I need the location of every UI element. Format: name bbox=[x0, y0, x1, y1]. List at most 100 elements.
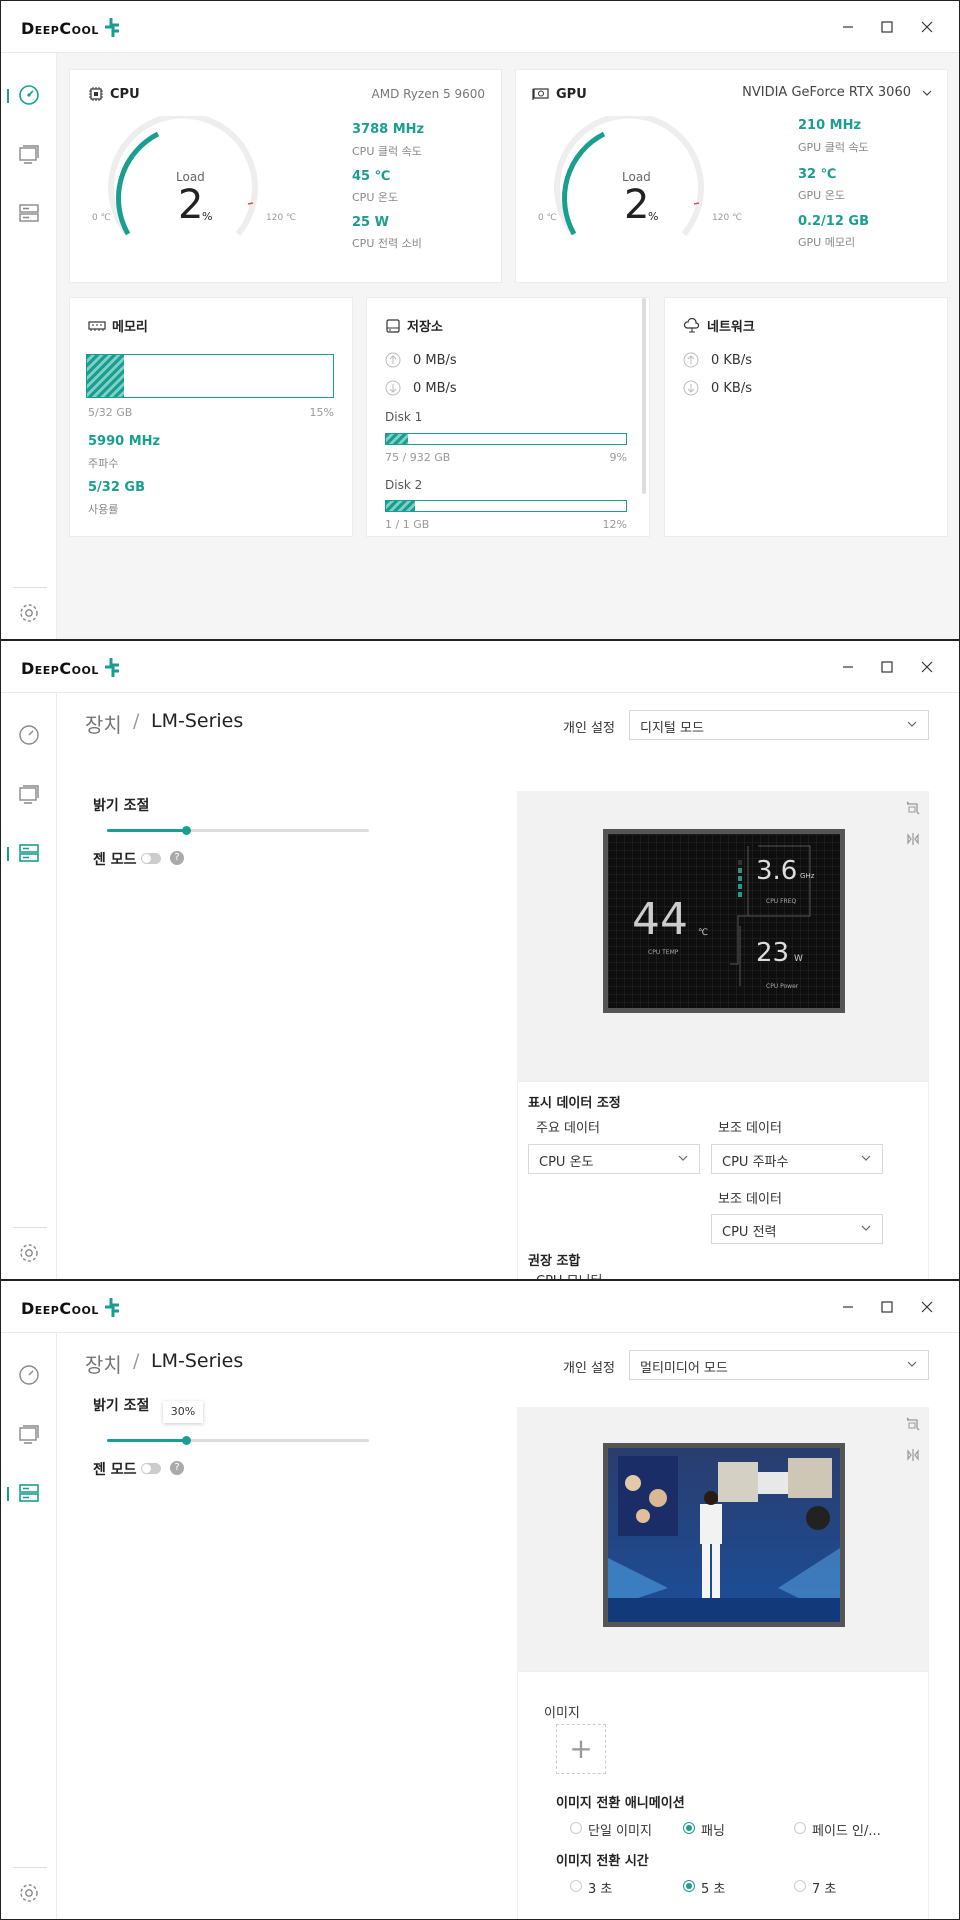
monitor-icon[interactable] bbox=[17, 1423, 41, 1447]
brightness-slider[interactable] bbox=[107, 1436, 369, 1445]
sidebar-divider bbox=[13, 587, 47, 588]
network-card-header: 네트워크 bbox=[683, 316, 755, 335]
time-option-7s[interactable]: 7 초 bbox=[812, 1878, 836, 1897]
brightness-slider[interactable] bbox=[107, 826, 369, 835]
logo-text: DeepCool bbox=[21, 658, 99, 678]
network-upload: 0 KB/s bbox=[711, 353, 752, 368]
gpu-memory-value: 0.2/12 GB bbox=[798, 214, 869, 229]
gpu-title: GPU bbox=[556, 86, 587, 102]
time-option-7s-radio[interactable] bbox=[794, 1880, 806, 1892]
gpu-temp-value: 32 ℃ bbox=[798, 167, 837, 182]
minimize-icon[interactable] bbox=[839, 1298, 857, 1316]
recommend-item[interactable]: CPU 모니터 bbox=[536, 1270, 602, 1279]
device-list-icon[interactable] bbox=[17, 201, 41, 225]
primary-data-select[interactable]: CPU 온도 bbox=[528, 1144, 700, 1174]
cpu-card-header: CPU bbox=[88, 86, 140, 102]
device-multimedia-window: DeepCool 장치 / LM-Series 개인 설정 멀티미디어 모드 밝… bbox=[0, 1280, 960, 1920]
settings-gear-icon[interactable] bbox=[17, 1241, 41, 1265]
maximize-icon[interactable] bbox=[878, 18, 896, 36]
storage-drive-icon bbox=[386, 318, 400, 333]
upload-arrow-icon bbox=[385, 352, 401, 368]
minimize-icon[interactable] bbox=[839, 658, 857, 676]
disk1-name: Disk 1 bbox=[385, 410, 423, 424]
disk2-size: 1 / 1 GB bbox=[385, 518, 430, 531]
brightness-slider-handle[interactable] bbox=[181, 826, 191, 835]
primary-data-value: CPU 온도 bbox=[539, 1155, 594, 1170]
active-indicator bbox=[7, 1487, 9, 1501]
cpu-clock-value: 3788 MHz bbox=[352, 122, 425, 137]
secondary-data-select[interactable]: CPU 주파수 bbox=[711, 1144, 883, 1174]
dashboard-gauge-icon[interactable] bbox=[17, 1363, 41, 1387]
disk1-usage-bar bbox=[385, 433, 627, 445]
anim-option-fade-radio[interactable] bbox=[794, 1822, 806, 1834]
zen-mode-toggle[interactable] bbox=[141, 1463, 161, 1474]
recommend-label: 권장 조합 bbox=[528, 1254, 581, 1269]
gpu-select-chevron-icon[interactable] bbox=[921, 88, 933, 98]
time-option-5s[interactable]: 5 초 bbox=[701, 1878, 725, 1897]
zen-mode-toggle[interactable] bbox=[141, 853, 161, 864]
image-label: 이미지 bbox=[544, 1706, 580, 1721]
lcd-power-value: 23 bbox=[756, 938, 790, 968]
anim-option-fade[interactable]: 페이드 인/... bbox=[812, 1820, 881, 1839]
storage-card: 저장소 0 MB/s 0 MB/s Disk 1 75 / 932 GB 9% … bbox=[366, 297, 650, 537]
zen-mode-help-icon[interactable]: ? bbox=[170, 1461, 184, 1475]
rotate-icon[interactable] bbox=[903, 1415, 923, 1433]
minimize-icon[interactable] bbox=[839, 18, 857, 36]
dashboard-gauge-icon[interactable] bbox=[17, 83, 41, 107]
anim-option-single[interactable]: 단일 이미지 bbox=[588, 1820, 652, 1839]
memory-used-text: 5/32 GB bbox=[88, 406, 133, 419]
dashboard-gauge-icon[interactable] bbox=[17, 723, 41, 747]
gpu-clock-label: GPU 클럭 속도 bbox=[798, 141, 869, 154]
storage-scrollbar[interactable] bbox=[642, 298, 646, 494]
maximize-icon[interactable] bbox=[878, 658, 896, 676]
breadcrumb-root[interactable]: 장치 bbox=[85, 709, 122, 738]
anim-option-panning[interactable]: 패닝 bbox=[701, 1820, 725, 1839]
rotate-icon[interactable] bbox=[903, 799, 923, 817]
network-download: 0 KB/s bbox=[711, 381, 752, 396]
cpu-gauge-min: 0 ℃ bbox=[92, 213, 111, 223]
memory-usage-label: 사용률 bbox=[88, 503, 119, 516]
settings-gear-icon[interactable] bbox=[17, 1881, 41, 1905]
memory-percent-text: 15% bbox=[309, 406, 334, 419]
time-option-3s-radio[interactable] bbox=[570, 1880, 582, 1892]
display-data-title: 표시 데이터 조정 bbox=[528, 1096, 621, 1111]
mode-select[interactable]: 멀티미디어 모드 bbox=[629, 1350, 929, 1380]
anim-option-single-radio[interactable] bbox=[570, 1822, 582, 1834]
gpu-memory-label: GPU 메모리 bbox=[798, 236, 856, 249]
sidebar bbox=[1, 53, 57, 639]
sidebar-divider bbox=[13, 1867, 47, 1868]
mirror-icon[interactable] bbox=[905, 1447, 921, 1463]
monitor-icon[interactable] bbox=[17, 143, 41, 167]
display-data-panel: 표시 데이터 조정 주요 데이터 CPU 온도 보조 데이터 CPU 주파수 보… bbox=[517, 1081, 929, 1279]
cpu-load-value: 2 bbox=[178, 182, 204, 228]
disk1-usage-fill bbox=[386, 434, 408, 444]
title-bar: DeepCool bbox=[1, 1, 959, 53]
memory-freq-value: 5990 MHz bbox=[88, 434, 161, 449]
add-image-button[interactable]: + bbox=[556, 1724, 606, 1774]
disk2-usage-bar bbox=[385, 500, 627, 512]
device-list-icon[interactable] bbox=[17, 841, 41, 865]
brightness-slider-handle[interactable] bbox=[181, 1436, 191, 1445]
brightness-slider-fill bbox=[107, 1439, 186, 1442]
time-option-5s-radio[interactable] bbox=[683, 1880, 695, 1892]
close-icon[interactable] bbox=[918, 658, 936, 676]
zen-mode-help-icon[interactable]: ? bbox=[170, 851, 184, 865]
storage-upload: 0 MB/s bbox=[413, 353, 457, 368]
device-list-icon[interactable] bbox=[17, 1481, 41, 1505]
brightness-slider-fill bbox=[107, 829, 186, 832]
mode-select[interactable]: 디지털 모드 bbox=[629, 710, 929, 740]
close-icon[interactable] bbox=[918, 1298, 936, 1316]
memory-title: 메모리 bbox=[112, 320, 148, 335]
settings-gear-icon[interactable] bbox=[17, 601, 41, 625]
maximize-icon[interactable] bbox=[878, 1298, 896, 1316]
mirror-icon[interactable] bbox=[905, 831, 921, 847]
lcd-screen: 3.6 GHz CPU FREQ 44 ℃ CPU TEMP 23 W CPU … bbox=[608, 834, 840, 1008]
mode-select-value: 디지털 모드 bbox=[640, 721, 704, 736]
monitor-icon[interactable] bbox=[17, 783, 41, 807]
app-logo: DeepCool bbox=[21, 1297, 121, 1319]
breadcrumb-root[interactable]: 장치 bbox=[85, 1349, 122, 1378]
anim-option-panning-radio[interactable] bbox=[683, 1822, 695, 1834]
secondary2-data-select[interactable]: CPU 전력 bbox=[711, 1214, 883, 1244]
close-icon[interactable] bbox=[918, 18, 936, 36]
time-option-3s[interactable]: 3 초 bbox=[588, 1878, 612, 1897]
